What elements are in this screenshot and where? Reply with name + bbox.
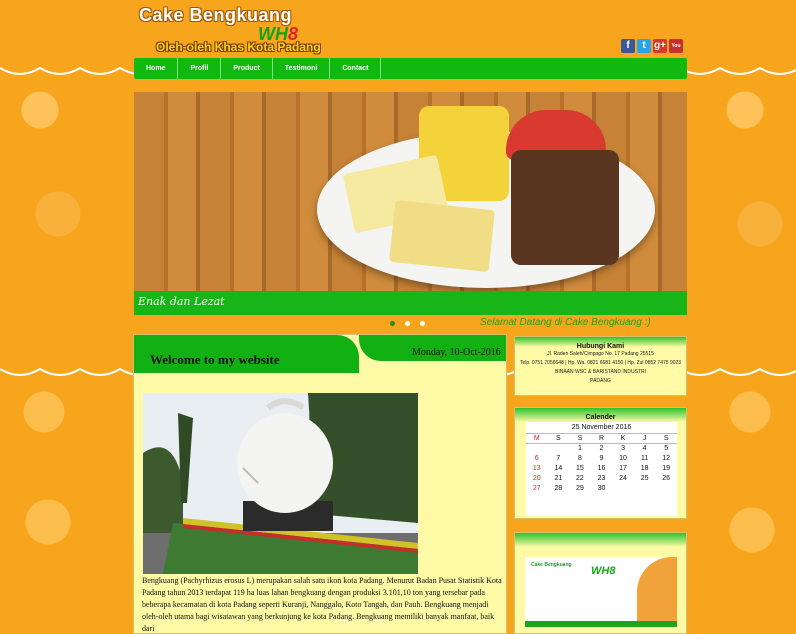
- calendar-day[interactable]: 10: [612, 454, 634, 464]
- calendar-weekday: S: [569, 433, 591, 444]
- google-plus-icon[interactable]: g+: [653, 39, 667, 53]
- calendar-day: [634, 484, 656, 494]
- twitter-icon[interactable]: t: [637, 39, 651, 53]
- slider-dots: [390, 321, 425, 326]
- nav-testimoni[interactable]: Testimoni: [273, 58, 331, 79]
- calendar: 25 November 2016 M S S R K J S 1 2 3 4 5 6 7 8 9 10 11 12 1…: [526, 422, 677, 516]
- contact-city: PADANG: [590, 378, 611, 384]
- calendar-day[interactable]: 27: [526, 484, 548, 494]
- calendar-day[interactable]: 2: [591, 444, 613, 454]
- calendar-day: [526, 444, 548, 454]
- ad-widget: Cake Bengkuang WH8: [514, 532, 687, 634]
- calendar-weekday: R: [590, 433, 613, 444]
- calendar-day[interactable]: 18: [634, 464, 656, 474]
- welcome-marquee: Selamat Datang di Cake Bengkuang :): [480, 317, 651, 328]
- calendar-day[interactable]: 23: [591, 474, 613, 484]
- ad-image: [637, 557, 677, 627]
- calendar-day[interactable]: 28: [548, 484, 570, 494]
- calendar-day[interactable]: 30: [591, 484, 613, 494]
- contact-title: Hubungi Kami: [576, 343, 625, 350]
- ad-brand: Cake Bengkuang: [531, 562, 572, 568]
- calendar-week-row: 20 21 22 23 24 25 26: [526, 474, 677, 484]
- main-header: Welcome to my website Monday, 10-Oct-201…: [134, 335, 506, 373]
- contact-widget: Hubungi Kami Jl. Raden Saleh/Cimpago No.…: [514, 336, 687, 396]
- ad-banner[interactable]: Cake Bengkuang WH8: [525, 557, 677, 627]
- calendar-day[interactable]: 11: [634, 454, 656, 464]
- calendar-weekday-row: MSSRKJS: [526, 433, 677, 444]
- calendar-week-row: 6 7 8 9 10 11 12: [526, 454, 677, 464]
- nav-home[interactable]: Home: [134, 58, 179, 79]
- calendar-day: [548, 444, 570, 454]
- article-body: Bengkuang (Pachyrhizus erosus L) merupak…: [142, 576, 502, 633]
- calendar-day[interactable]: 20: [526, 474, 548, 484]
- calendar-weekday: M: [526, 433, 548, 444]
- calendar-day[interactable]: 25: [634, 474, 656, 484]
- calendar-day[interactable]: 21: [548, 474, 570, 484]
- banner-caption-bar: Enak dan Lezat: [134, 291, 687, 315]
- nav-profil[interactable]: Profil: [178, 58, 222, 79]
- ad-stripe: [525, 621, 677, 627]
- page-title: Welcome to my website: [150, 352, 280, 367]
- slider-dot[interactable]: [390, 321, 395, 326]
- calendar-day[interactable]: 15: [569, 464, 591, 474]
- calendar-weekday: J: [633, 433, 656, 444]
- calendar-day[interactable]: 8: [569, 454, 591, 464]
- current-date: Monday, 10-Oct-2016: [412, 347, 501, 358]
- ad-logo: WH8: [591, 565, 616, 577]
- calendar-title: Calender: [585, 414, 616, 421]
- site-title[interactable]: Cake Bengkuang: [139, 5, 292, 26]
- calendar-day[interactable]: 17: [612, 464, 634, 474]
- calendar-day[interactable]: 16: [591, 464, 613, 474]
- calendar-week-row: 27 28 29 30: [526, 484, 677, 494]
- cake-image: [389, 199, 495, 273]
- calendar-day[interactable]: 14: [548, 464, 570, 474]
- calendar-widget: Calender 25 November 2016 MSSRKJS1234567…: [514, 407, 687, 519]
- slider-dot[interactable]: [420, 321, 425, 326]
- calendar-weekday: S: [547, 433, 570, 444]
- calendar-day[interactable]: 13: [526, 464, 548, 474]
- ad-header: [515, 533, 686, 547]
- calendar-day[interactable]: 4: [634, 444, 656, 454]
- calendar-day[interactable]: 5: [655, 444, 677, 454]
- calendar-weekday: S: [655, 433, 677, 444]
- social-links: f t g+ You: [621, 39, 683, 53]
- nav-contact[interactable]: Contact: [330, 58, 382, 79]
- nav-product[interactable]: Product: [221, 58, 273, 79]
- calendar-day[interactable]: 6: [526, 454, 548, 464]
- main-content: Welcome to my website Monday, 10-Oct-201…: [133, 334, 507, 634]
- calendar-day[interactable]: 3: [612, 444, 634, 454]
- slider-dot[interactable]: [405, 321, 410, 326]
- main-nav: Home Profil Product Testimoni Contact: [134, 58, 687, 79]
- calendar-week-row: 12345: [526, 444, 677, 454]
- calendar-day[interactable]: 19: [655, 464, 677, 474]
- banner-caption: Enak dan Lezat: [138, 295, 225, 308]
- calendar-day[interactable]: 26: [655, 474, 677, 484]
- calendar-day: [655, 484, 677, 494]
- calendar-month: 25 November 2016: [571, 424, 632, 431]
- calendar-day[interactable]: 22: [569, 474, 591, 484]
- cake-image: [511, 150, 619, 265]
- calendar-weekday: K: [612, 433, 634, 444]
- facebook-icon[interactable]: f: [621, 39, 635, 53]
- contact-affiliation: BINAAN WSC & BARISTAND INDUSTRI: [554, 369, 647, 375]
- calendar-day[interactable]: 24: [612, 474, 634, 484]
- calendar-week-row: 13 14 15 16 17 18 19: [526, 464, 677, 474]
- calendar-day[interactable]: 29: [569, 484, 591, 494]
- youtube-icon[interactable]: You: [669, 39, 683, 53]
- calendar-day: [612, 484, 634, 494]
- calendar-day[interactable]: 12: [655, 454, 677, 464]
- calendar-day[interactable]: 7: [548, 454, 570, 464]
- calendar-day[interactable]: 9: [591, 454, 613, 464]
- calendar-grid: M S S R K J S 1 2 3 4 5 6 7 8 9 10 11 12 13 14 15 16 17 18 19 20 21…: [526, 433, 677, 494]
- monument-photo: [143, 393, 418, 574]
- calendar-day[interactable]: 1: [569, 444, 591, 454]
- contact-address: Jl. Raden Saleh/Cimpago No. 17 Padang 25…: [547, 351, 654, 357]
- site-tagline: Oleh-oleh Khas Kota Padang: [156, 40, 321, 54]
- banner-slideshow[interactable]: Enak dan Lezat: [134, 92, 687, 315]
- contact-phone: Telp. 0751 7056648 | Hp. Wa. 0821 6681 4…: [519, 360, 682, 366]
